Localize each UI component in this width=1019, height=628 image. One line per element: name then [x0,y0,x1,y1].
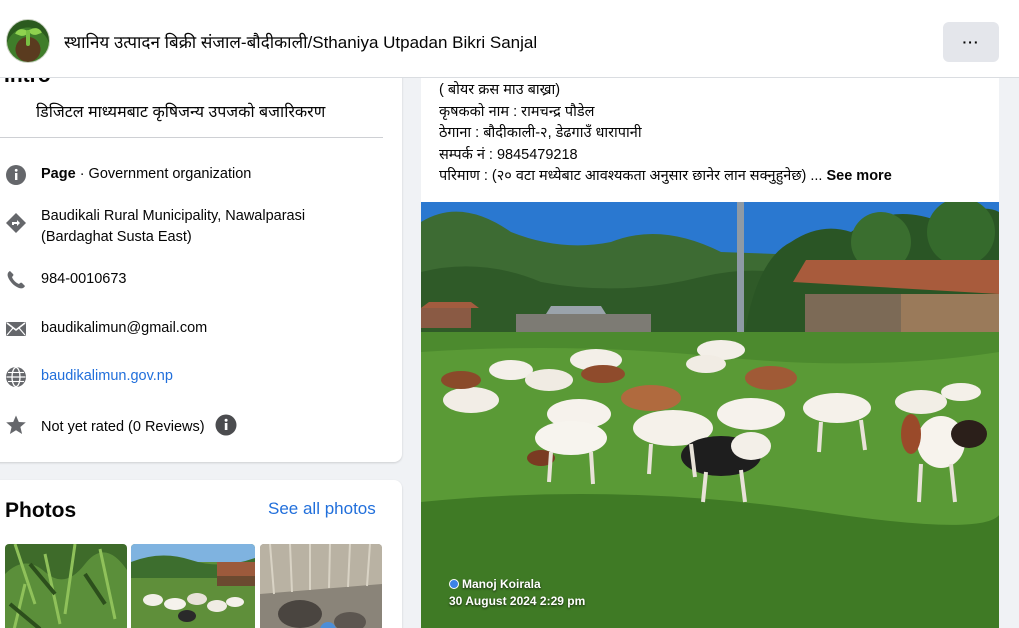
star-icon [5,414,27,436]
intro-divider [0,137,383,138]
page-header: स्थानिय उत्पादन बिक्री संजाल-बौदीकाली/St… [0,0,1019,78]
post-line: ( बोयर क्रस माउ बाख्रा) [439,82,561,98]
page-title[interactable]: स्थानिय उत्पादन बिक्री संजाल-बौदीकाली/St… [64,30,537,53]
page-avatar[interactable] [6,19,50,63]
email-icon [5,318,27,340]
post-card: ( बोयर क्रस माउ बाख्रा) कृषकको नाम : राम… [421,60,999,628]
info-icon [5,164,27,186]
photos-heading: Photos [5,499,77,522]
rating-info-icon[interactable] [215,414,237,436]
rating-text: Not yet rated (0 Reviews) [41,414,237,438]
address-text: Baudikali Rural Municipality, Nawalparas… [41,208,306,245]
post-line: ठेगाना : बौदीकाली-२, डेढगाउँ धारापानी [439,125,642,141]
post-line: सम्पर्क नं : 9845479218 [439,146,578,163]
post-line: परिमाण : (२० वटा मध्येबाट आवश्यकता अनुसा… [439,168,892,184]
phone-icon [5,269,27,291]
photo-thumbnail[interactable] [131,544,255,628]
email-text[interactable]: baudikalimun@gmail.com [41,318,207,339]
see-all-photos-link[interactable]: See all photos [268,499,376,519]
globe-icon [5,366,27,388]
post-text: ( बोयर क्रस माउ बाख्रा) कृषकको नाम : राम… [439,80,892,188]
photo-thumbnail[interactable] [260,544,382,628]
more-options-button[interactable]: ··· [943,22,999,62]
location-icon [5,212,27,234]
post-line: कृषकको नाम : रामचन्द्र पौडेल [439,103,595,120]
phone-text[interactable]: 984-0010673 [41,269,126,290]
photo-thumbnail[interactable] [5,544,127,628]
photos-card: Photos See all photos [0,480,402,628]
website-link[interactable]: baudikalimun.gov.np [41,366,173,387]
intro-card: Intro डिजिटल माध्यमबाट कृषिजन्य उपजको बज… [0,60,402,462]
see-more-link[interactable]: See more [826,168,891,184]
intro-bio: डिजिटल माध्यमबाट कृषिजन्य उपजको बजारिकरण [36,104,326,121]
scrollbar-track[interactable] [1004,78,1019,628]
photo-watermark: Manoj Koirala 30 August 2024 2:29 pm [449,577,586,608]
location-pin-icon [449,579,459,589]
page-category-text: Page · Government organization [41,166,252,182]
post-photo[interactable]: Manoj Koirala 30 August 2024 2:29 pm [421,202,999,628]
